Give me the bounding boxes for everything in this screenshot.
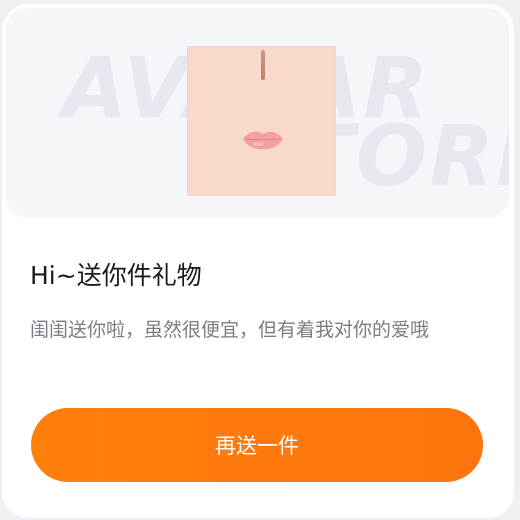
avatar-face-preview bbox=[187, 46, 336, 196]
gift-description: 闺闺送你啦，虽然很便宜，但有着我对你的爱哦 bbox=[30, 319, 430, 341]
gift-card: AVATAR STORE Hi~送你件礼物 闺闺送你啦，虽然很便宜，但有着我对你… bbox=[2, 4, 514, 518]
send-again-button[interactable]: 再送一件 bbox=[31, 408, 483, 482]
gift-title: Hi~送你件礼物 bbox=[30, 261, 202, 290]
avatar-lips bbox=[243, 131, 283, 150]
avatar-banner: AVATAR STORE bbox=[6, 8, 509, 218]
avatar-nose bbox=[261, 50, 265, 80]
